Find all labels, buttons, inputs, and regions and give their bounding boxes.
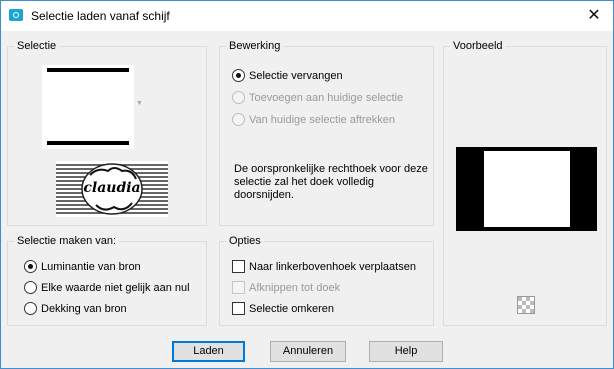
checkbox-label: Naar linkerbovenhoek verplaatsen — [249, 260, 416, 273]
radio-selectie-vervangen[interactable]: Selectie vervangen — [232, 69, 343, 82]
annuleren-button[interactable]: Annuleren — [270, 341, 346, 362]
radio-aftrekken[interactable]: Van huidige selectie aftrekken — [232, 113, 395, 126]
bewerking-description: De oorspronkelijke rechthoek voor deze s… — [234, 163, 428, 201]
thumbnail-bottom-bar — [47, 141, 129, 145]
laden-button[interactable]: Laden — [172, 341, 245, 362]
checkbox-afknippen[interactable]: Afknippen tot doek — [232, 281, 340, 294]
radio-indicator — [24, 302, 37, 315]
checkbox-indicator — [232, 302, 245, 315]
checkbox-label: Selectie omkeren — [249, 302, 334, 315]
logo-text: claudia — [83, 180, 140, 196]
group-title-opties: Opties — [226, 235, 264, 247]
radio-label: Van huidige selectie aftrekken — [249, 113, 395, 126]
radio-label: Elke waarde niet gelijk aan nul — [41, 281, 190, 294]
radio-indicator — [24, 281, 37, 294]
checkbox-linkerbovenhoek[interactable]: Naar linkerbovenhoek verplaatsen — [232, 260, 416, 273]
group-bewerking: Bewerking Selectie vervangen Toevoegen a… — [219, 40, 434, 226]
radio-label: Toevoegen aan huidige selectie — [249, 91, 404, 104]
group-opties: Opties Naar linkerbovenhoek verplaatsen … — [219, 235, 434, 326]
thumbnail-top-bar — [47, 68, 129, 72]
selection-thumbnail-dropdown[interactable] — [42, 65, 134, 149]
help-button[interactable]: Help — [369, 341, 443, 362]
dialog-window: Selectie laden vanaf schijf ✕ Selectie ▼ — [0, 0, 614, 369]
window-title: Selectie laden vanaf schijf — [31, 9, 170, 23]
checkbox-label: Afknippen tot doek — [249, 281, 341, 294]
radio-toevoegen[interactable]: Toevoegen aan huidige selectie — [232, 91, 403, 104]
radio-indicator — [232, 91, 245, 104]
group-selectie-maken-van: Selectie maken van: Luminantie van bron … — [7, 235, 207, 326]
radio-luminantie[interactable]: Luminantie van bron — [24, 260, 141, 273]
group-title-bewerking: Bewerking — [226, 40, 284, 52]
logo-graphic: claudia — [56, 163, 168, 215]
radio-indicator — [232, 113, 245, 126]
radio-label: Dekking van bron — [41, 302, 127, 315]
checkerboard-icon — [518, 297, 534, 313]
group-title-maken-van: Selectie maken van: — [14, 235, 120, 247]
preview-canvas — [456, 147, 597, 231]
group-title-voorbeeld: Voorbeeld — [450, 40, 506, 52]
radio-elke-waarde[interactable]: Elke waarde niet gelijk aan nul — [24, 281, 190, 294]
radio-label: Selectie vervangen — [249, 69, 343, 82]
radio-dekking[interactable]: Dekking van bron — [24, 302, 127, 315]
radio-indicator — [232, 69, 245, 82]
dropdown-arrow-icon[interactable]: ▼ — [136, 100, 143, 107]
close-button[interactable]: ✕ — [583, 6, 605, 26]
radio-indicator — [24, 260, 37, 273]
group-voorbeeld: Voorbeeld — [443, 40, 607, 326]
app-icon — [9, 9, 23, 21]
group-title-selectie: Selectie — [14, 40, 60, 52]
title-bar: Selectie laden vanaf schijf ✕ — [1, 1, 613, 31]
checkbox-indicator — [232, 260, 245, 273]
preview-selection-area — [484, 151, 570, 227]
claudia-logo: claudia — [56, 161, 168, 217]
radio-label: Luminantie van bron — [41, 260, 141, 273]
checkbox-indicator — [232, 281, 245, 294]
group-selectie: Selectie ▼ claudia — [7, 40, 207, 226]
transparency-toggle-icon[interactable] — [517, 296, 535, 314]
checkbox-selectie-omkeren[interactable]: Selectie omkeren — [232, 302, 334, 315]
